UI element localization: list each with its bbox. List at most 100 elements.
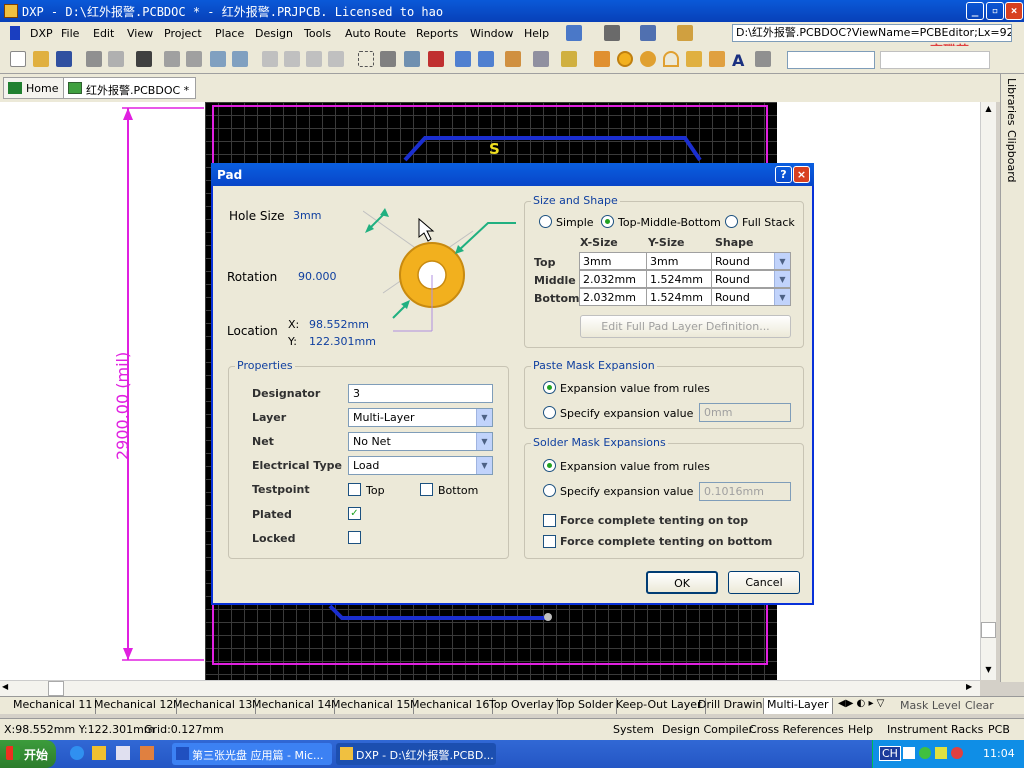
- vertical-scroll-thumb[interactable]: [981, 622, 996, 638]
- radio-simple[interactable]: [539, 215, 552, 228]
- middle-x-size-cell[interactable]: 2.032mm: [579, 270, 647, 288]
- rotation-value[interactable]: 90.000: [298, 270, 337, 283]
- cut-icon[interactable]: [262, 51, 278, 67]
- status-panel-help[interactable]: Help: [848, 723, 873, 736]
- top-x-size-cell[interactable]: 3mm: [579, 252, 647, 270]
- scroll-right-icon[interactable]: ▶: [966, 682, 979, 695]
- electrical-type-select[interactable]: Load ▼: [348, 456, 493, 475]
- chevron-down-icon[interactable]: ▼: [476, 457, 492, 474]
- crosshair-icon[interactable]: [505, 51, 521, 67]
- menu-project[interactable]: Project: [164, 27, 202, 40]
- solder-radio-specify-label[interactable]: Specify expansion value: [560, 485, 693, 498]
- polygon-icon[interactable]: [709, 51, 725, 67]
- place-via-icon[interactable]: [640, 51, 656, 67]
- zoom-out-icon[interactable]: [232, 51, 248, 67]
- paste-radio-rules-label[interactable]: Expansion value from rules: [560, 382, 710, 395]
- net-select[interactable]: No Net ▼: [348, 432, 493, 451]
- chevron-down-icon[interactable]: ▼: [774, 271, 790, 287]
- plated-checkbox[interactable]: ✓: [348, 507, 361, 520]
- layer-tab-mech16[interactable]: Mechanical 16: [407, 698, 494, 714]
- testpoint-bottom-label[interactable]: Bottom: [438, 484, 478, 497]
- copy-icon[interactable]: [284, 51, 300, 67]
- rubber-stamp-icon[interactable]: [328, 51, 344, 67]
- solder-radio-rules-label[interactable]: Expansion value from rules: [560, 460, 710, 473]
- zoom-fit-icon[interactable]: [164, 51, 180, 67]
- edit-full-pad-layer-button[interactable]: Edit Full Pad Layer Definition...: [580, 315, 791, 338]
- menu-file[interactable]: File: [61, 27, 79, 40]
- menu-design[interactable]: Design: [255, 27, 293, 40]
- menu-help[interactable]: Help: [524, 27, 549, 40]
- horizontal-scroll-thumb[interactable]: [48, 681, 64, 696]
- solder-radio-rules[interactable]: [543, 459, 556, 472]
- bottom-shape-select[interactable]: Round ▼: [711, 288, 791, 306]
- clear-button[interactable]: Clear: [965, 699, 994, 712]
- ok-button[interactable]: OK: [646, 571, 718, 594]
- layer-tab-keep-out[interactable]: Keep-Out Layer: [613, 698, 706, 714]
- dialog-help-button[interactable]: ?: [775, 166, 792, 183]
- tab-home[interactable]: Home: [3, 77, 66, 99]
- zoom-area-icon[interactable]: [186, 51, 202, 67]
- text-tool-icon[interactable]: [640, 25, 656, 41]
- menu-tools[interactable]: Tools: [304, 27, 331, 40]
- arc-icon[interactable]: [663, 51, 679, 67]
- radio-full-stack[interactable]: [725, 215, 738, 228]
- help-icon[interactable]: [561, 51, 577, 67]
- testpoint-top-label[interactable]: Top: [366, 484, 385, 497]
- print-icon[interactable]: [86, 51, 102, 67]
- ie-icon[interactable]: [70, 746, 84, 760]
- radio-full-stack-label[interactable]: Full Stack: [742, 216, 795, 229]
- testpoint-top-checkbox[interactable]: [348, 483, 361, 496]
- menu-auto-route[interactable]: Auto Route: [345, 27, 406, 40]
- menu-reports[interactable]: Reports: [416, 27, 458, 40]
- bottom-y-size-cell[interactable]: 1.524mm: [646, 288, 712, 306]
- layer-tab-drill-drawing[interactable]: Drill Drawing: [695, 698, 774, 714]
- radio-top-middle-bottom[interactable]: [601, 215, 614, 228]
- cancel-button[interactable]: Cancel: [728, 571, 800, 594]
- ruler-tool-icon[interactable]: [677, 25, 693, 41]
- chevron-down-icon[interactable]: ▼: [774, 253, 790, 269]
- place-pad-icon[interactable]: [617, 51, 633, 67]
- solder-expansion-input[interactable]: 0.1016mm: [699, 482, 791, 501]
- status-panel-instrument-racks[interactable]: Instrument Racks: [887, 723, 983, 736]
- layer-select[interactable]: Multi-Layer ▼: [348, 408, 493, 427]
- locked-checkbox[interactable]: [348, 531, 361, 544]
- browse-icon[interactable]: [533, 51, 549, 67]
- start-button[interactable]: 开始: [0, 740, 56, 768]
- horizontal-scrollbar[interactable]: ◀ ▶: [0, 680, 980, 696]
- paste-radio-rules[interactable]: [543, 381, 556, 394]
- menu-dxp[interactable]: DXP: [30, 27, 53, 40]
- task-word-document[interactable]: 第三张光盘 应用篇 - Mic...: [172, 743, 332, 765]
- toolbar-combo-1[interactable]: [787, 51, 875, 69]
- hole-size-value[interactable]: 3mm: [293, 209, 321, 222]
- paste-expansion-input[interactable]: 0mm: [699, 403, 791, 422]
- quicklaunch-icon-3[interactable]: [116, 746, 130, 760]
- tray-icon-3[interactable]: [935, 747, 947, 759]
- middle-y-size-cell[interactable]: 1.524mm: [646, 270, 712, 288]
- open-icon[interactable]: [33, 51, 49, 67]
- top-y-size-cell[interactable]: 3mm: [646, 252, 712, 270]
- scroll-down-icon[interactable]: ▼: [982, 665, 995, 678]
- paste-icon[interactable]: [306, 51, 322, 67]
- menu-place[interactable]: Place: [215, 27, 244, 40]
- status-panel-pcb[interactable]: PCB: [988, 723, 1010, 736]
- board-icon[interactable]: [136, 51, 152, 67]
- panel-clipboard[interactable]: Clipboard: [1005, 130, 1018, 183]
- force-tenting-top-label[interactable]: Force complete tenting on top: [560, 514, 748, 527]
- chevron-down-icon[interactable]: ▼: [774, 289, 790, 305]
- force-tenting-top-checkbox[interactable]: [543, 514, 556, 527]
- redo-icon[interactable]: [478, 51, 494, 67]
- close-button[interactable]: ×: [1005, 2, 1023, 20]
- tab-pcbdoc[interactable]: 红外报警.PCBDOC *: [63, 77, 197, 99]
- layer-nav-arrows-icon[interactable]: ◀▶ ◐ ▸ ▽: [838, 698, 884, 709]
- deselect-icon[interactable]: [404, 51, 420, 67]
- print-preview-icon[interactable]: [108, 51, 124, 67]
- toolbar-combo-2[interactable]: [880, 51, 990, 69]
- menu-view[interactable]: View: [127, 27, 153, 40]
- middle-shape-select[interactable]: Round ▼: [711, 270, 791, 288]
- quicklaunch-icon-2[interactable]: [92, 746, 106, 760]
- status-panel-system[interactable]: System: [613, 723, 654, 736]
- status-panel-design-compiler[interactable]: Design Compiler: [662, 723, 753, 736]
- layer-tab-top-overlay[interactable]: Top Overlay: [486, 698, 558, 714]
- ime-indicator[interactable]: CH: [879, 746, 901, 761]
- maximize-button[interactable]: ▫: [986, 2, 1004, 20]
